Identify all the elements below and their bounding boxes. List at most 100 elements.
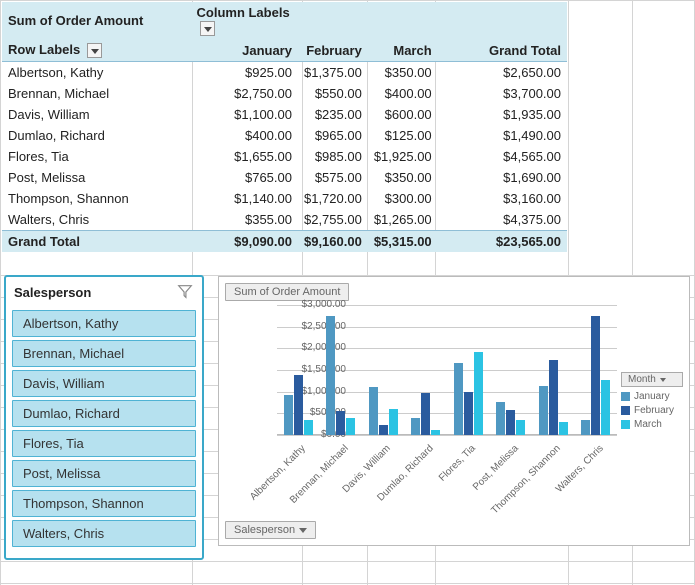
- slicer-item[interactable]: Flores, Tia: [12, 430, 196, 457]
- slicer-item[interactable]: Post, Melissa: [12, 460, 196, 487]
- chart-bar[interactable]: [539, 386, 548, 435]
- pivot-cell[interactable]: $1,375.00: [298, 62, 368, 84]
- chart-bar[interactable]: [581, 420, 590, 435]
- chart-bar[interactable]: [326, 316, 335, 435]
- col-header[interactable]: January: [191, 39, 298, 62]
- chart-bar[interactable]: [549, 360, 558, 435]
- chart-legend-field-button[interactable]: Month: [621, 372, 683, 387]
- chart-bar[interactable]: [379, 425, 388, 435]
- slicer-salesperson[interactable]: Salesperson Albertson, KathyBrennan, Mic…: [4, 275, 204, 560]
- slicer-item[interactable]: Thompson, Shannon: [12, 490, 196, 517]
- pivot-cell[interactable]: $125.00: [368, 125, 438, 146]
- sum-of-order-amount-label: Sum of Order Amount: [2, 2, 191, 39]
- chart-legend: Month January February March: [621, 372, 683, 433]
- row-label[interactable]: Thompson, Shannon: [2, 188, 191, 209]
- pivot-cell[interactable]: $355.00: [191, 209, 298, 231]
- pivot-cell[interactable]: $1,100.00: [191, 104, 298, 125]
- chart-bar[interactable]: [431, 430, 440, 435]
- pivot-cell[interactable]: $1,935.00: [438, 104, 567, 125]
- col-header[interactable]: February: [298, 39, 368, 62]
- pivot-cell[interactable]: $350.00: [368, 62, 438, 84]
- slicer-item[interactable]: Davis, William: [12, 370, 196, 397]
- chart-bar[interactable]: [294, 375, 303, 435]
- pivot-cell[interactable]: $575.00: [298, 167, 368, 188]
- pivot-cell[interactable]: $965.00: [298, 125, 368, 146]
- pivot-cell[interactable]: $2,750.00: [191, 83, 298, 104]
- pivot-cell[interactable]: $1,490.00: [438, 125, 567, 146]
- pivot-cell[interactable]: $925.00: [191, 62, 298, 84]
- column-labels-dropdown-icon[interactable]: [200, 21, 215, 36]
- pivot-cell[interactable]: $1,925.00: [368, 146, 438, 167]
- row-label[interactable]: Albertson, Kathy: [2, 62, 191, 84]
- legend-item[interactable]: January: [621, 391, 683, 402]
- pivot-cell[interactable]: $1,690.00: [438, 167, 567, 188]
- row-label[interactable]: Walters, Chris: [2, 209, 191, 231]
- pivot-cell[interactable]: $1,265.00: [368, 209, 438, 231]
- chart-bar[interactable]: [506, 410, 515, 435]
- row-labels-label: Row Labels: [8, 42, 80, 57]
- pivot-cell[interactable]: $3,160.00: [438, 188, 567, 209]
- chart-bar[interactable]: [474, 352, 483, 435]
- clear-filter-icon[interactable]: [176, 283, 194, 301]
- chart-bar[interactable]: [559, 422, 568, 435]
- pivot-cell[interactable]: $550.00: [298, 83, 368, 104]
- spreadsheet-view: { "pivot": { "sum_label": "Sum of Order …: [0, 0, 695, 585]
- slicer-item[interactable]: Dumlao, Richard: [12, 400, 196, 427]
- y-axis-tick: $2,000.00: [291, 342, 346, 353]
- pivot-cell[interactable]: $985.00: [298, 146, 368, 167]
- row-label[interactable]: Dumlao, Richard: [2, 125, 191, 146]
- pivot-cell[interactable]: $2,650.00: [438, 62, 567, 84]
- pivot-cell[interactable]: $765.00: [191, 167, 298, 188]
- col-header[interactable]: Grand Total: [438, 39, 567, 62]
- chart-bar[interactable]: [346, 418, 355, 435]
- y-axis-tick: $2,500.00: [291, 321, 346, 332]
- chart-bar[interactable]: [411, 418, 420, 435]
- legend-item[interactable]: February: [621, 405, 683, 416]
- chevron-down-icon: [299, 528, 307, 533]
- legend-swatch: [621, 420, 630, 429]
- chart-bar[interactable]: [284, 395, 293, 435]
- grand-total-label: Grand Total: [2, 231, 191, 253]
- chart-bar[interactable]: [454, 363, 463, 435]
- pivot-cell[interactable]: $350.00: [368, 167, 438, 188]
- pivot-cell[interactable]: $400.00: [368, 83, 438, 104]
- chart-bar[interactable]: [421, 393, 430, 435]
- pivot-cell[interactable]: $400.00: [191, 125, 298, 146]
- chart-bar[interactable]: [591, 316, 600, 435]
- grand-total-cell: $9,090.00: [191, 231, 298, 253]
- pivot-table[interactable]: Sum of Order Amount Column Labels Row La…: [2, 2, 567, 252]
- pivot-cell[interactable]: $1,140.00: [191, 188, 298, 209]
- chart-bar[interactable]: [389, 409, 398, 435]
- chart-bar[interactable]: [496, 402, 505, 435]
- pivot-cell[interactable]: $2,755.00: [298, 209, 368, 231]
- pivot-cell[interactable]: $4,375.00: [438, 209, 567, 231]
- row-label[interactable]: Davis, William: [2, 104, 191, 125]
- chart-bar[interactable]: [516, 420, 525, 435]
- legend-swatch: [621, 406, 630, 415]
- slicer-item[interactable]: Albertson, Kathy: [12, 310, 196, 337]
- pivot-cell[interactable]: $3,700.00: [438, 83, 567, 104]
- grand-total-cell: $9,160.00: [298, 231, 368, 253]
- pivot-cell[interactable]: $300.00: [368, 188, 438, 209]
- chart-bar[interactable]: [336, 411, 345, 435]
- slicer-item[interactable]: Walters, Chris: [12, 520, 196, 547]
- grand-total-cell: $5,315.00: [368, 231, 438, 253]
- row-labels-dropdown-icon[interactable]: [87, 43, 102, 58]
- row-label[interactable]: Flores, Tia: [2, 146, 191, 167]
- pivot-cell[interactable]: $600.00: [368, 104, 438, 125]
- chart-bar[interactable]: [601, 380, 610, 435]
- pivot-cell[interactable]: $1,720.00: [298, 188, 368, 209]
- chart-bar[interactable]: [304, 420, 313, 435]
- legend-item[interactable]: March: [621, 419, 683, 430]
- chart-bar[interactable]: [464, 392, 473, 435]
- slicer-item[interactable]: Brennan, Michael: [12, 340, 196, 367]
- pivot-chart[interactable]: Sum of Order Amount Salesperson $0.00$50…: [218, 276, 690, 546]
- pivot-cell[interactable]: $4,565.00: [438, 146, 567, 167]
- pivot-cell[interactable]: $1,655.00: [191, 146, 298, 167]
- row-label[interactable]: Post, Melissa: [2, 167, 191, 188]
- row-label[interactable]: Brennan, Michael: [2, 83, 191, 104]
- pivot-cell[interactable]: $235.00: [298, 104, 368, 125]
- chart-axis-field-button[interactable]: Salesperson: [225, 521, 316, 539]
- col-header[interactable]: March: [368, 39, 438, 62]
- chart-bar[interactable]: [369, 387, 378, 435]
